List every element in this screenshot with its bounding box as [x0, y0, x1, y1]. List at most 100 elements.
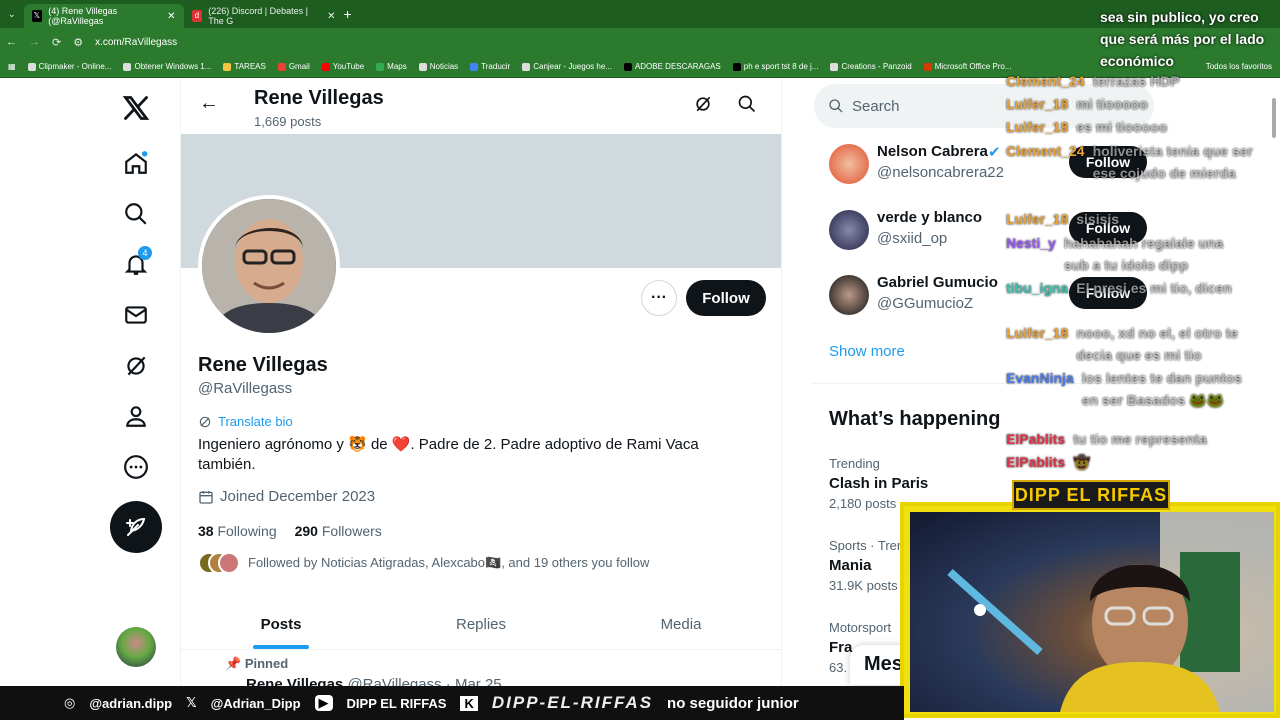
- profile-column: ← Rene Villegas 1,669 posts ··· Follow R…: [180, 78, 782, 693]
- search-icon: [829, 99, 843, 113]
- chat-message: Clement_24 holiverista tenia que ser ese …: [1006, 140, 1265, 184]
- profile-icon[interactable]: [110, 396, 162, 436]
- stream-chat-overlay: Clement_24 terrazas HDP Luifer_18 mi tioooo…: [1000, 0, 1280, 500]
- more-icon[interactable]: [110, 447, 162, 487]
- joined-date: Joined December 2023: [198, 488, 375, 505]
- x-favicon-icon: 𝕏: [31, 10, 43, 22]
- chat-text: es mi tiooooo: [1076, 119, 1168, 135]
- bookmark[interactable]: Maps: [376, 62, 407, 71]
- back-icon[interactable]: ←: [6, 36, 17, 48]
- profile-header-bar: ← Rene Villegas 1,669 posts: [181, 78, 781, 134]
- chat-username: Luifer_18: [1006, 211, 1069, 227]
- tab-media[interactable]: Media: [581, 600, 781, 649]
- chat-message: Luifer_18 sisisis: [1006, 208, 1119, 230]
- forward-icon[interactable]: →: [29, 36, 40, 48]
- browser-tab-x[interactable]: 𝕏 (4) Rene Villegas (@RaVillegas ✕: [23, 4, 184, 28]
- trend-item[interactable]: Sports · Tren Mania 31.9K posts: [829, 538, 904, 593]
- apps-icon[interactable]: ▦: [8, 62, 16, 71]
- show-more-link[interactable]: Show more: [829, 343, 905, 360]
- chat-text: terrazas HDP: [1092, 73, 1180, 89]
- chat-username: Clement_24: [1006, 143, 1085, 159]
- translate-icon: [199, 416, 211, 427]
- notifications-icon[interactable]: 4: [110, 244, 162, 284]
- translate-bio-link[interactable]: Translate bio: [198, 414, 293, 429]
- chat-username: Clement_24: [1006, 73, 1085, 89]
- chat-text: holiverista tenia que ser ese cojudo de …: [1092, 143, 1253, 181]
- whats-happening-title: What’s happening: [829, 408, 1001, 430]
- chat-message: ElPablits 🤠: [1006, 451, 1091, 473]
- chat-username: Nesti_y: [1006, 235, 1056, 251]
- post-count: 1,669 posts: [254, 114, 322, 129]
- followed-by[interactable]: Followed by Noticias Atigradas, Alexcabo…: [198, 552, 649, 574]
- profile-avatar[interactable]: [198, 195, 340, 337]
- site-info-icon[interactable]: ⚙: [73, 36, 83, 49]
- bookmark[interactable]: Clipmaker - Online...: [27, 62, 111, 71]
- chat-message: Nesti_y hahahahah regalale una sub a tu i…: [1006, 232, 1236, 276]
- reload-icon[interactable]: ⟳: [52, 36, 61, 49]
- chat-username: tibu_igna: [1006, 280, 1069, 296]
- user-avatar: [829, 144, 869, 184]
- grok-icon[interactable]: [110, 346, 162, 386]
- bookmark[interactable]: Creations - Panzoid: [830, 62, 912, 71]
- address-bar[interactable]: x.com/RaVillegass: [95, 37, 177, 48]
- profile-name: Rene Villegas: [198, 354, 328, 376]
- verified-icon: ✔: [988, 144, 1001, 161]
- bookmark[interactable]: Obtener Windows 1...: [123, 62, 211, 71]
- bookmark[interactable]: YouTube: [321, 62, 364, 71]
- x-logo-icon[interactable]: [110, 88, 162, 128]
- pinned-label: 📌 Pinned: [225, 656, 289, 671]
- chat-message: EvanNinja los lentes te dan puntos en ser…: [1006, 367, 1254, 411]
- chat-username: Luifer_18: [1006, 325, 1069, 341]
- browser-tab-discord[interactable]: d (226) Discord | Debates | The G ✕: [184, 4, 344, 28]
- compose-post-button[interactable]: [110, 501, 162, 553]
- messages-icon[interactable]: [110, 295, 162, 335]
- chat-message: Luifer_18 nooo, xd no el, el otro te deci…: [1006, 322, 1248, 366]
- close-tab-icon[interactable]: ✕: [167, 11, 175, 22]
- chat-message: tibu_igna El presi es mi tio, dicen: [1006, 277, 1232, 299]
- bookmark[interactable]: TAREAS: [223, 62, 266, 71]
- bookmark[interactable]: Canjear - Juegos he...: [522, 62, 612, 71]
- kick-icon: K: [460, 695, 478, 711]
- account-avatar[interactable]: [116, 627, 156, 667]
- followers-link[interactable]: 290 Followers: [295, 523, 382, 539]
- chat-text: mi tiooooo: [1076, 96, 1148, 112]
- chat-text: los lentes te dan puntos en ser Basados …: [1081, 370, 1242, 408]
- back-arrow-icon[interactable]: ←: [199, 92, 219, 115]
- profile-handle: @RaVillegass: [198, 380, 293, 397]
- grok-icon[interactable]: [693, 94, 713, 119]
- user-avatar: [829, 210, 869, 250]
- chat-message: Luifer_18 es mi tiooooo: [1006, 116, 1167, 138]
- more-options-button[interactable]: ···: [641, 280, 677, 316]
- tab-replies[interactable]: Replies: [381, 600, 581, 649]
- chat-message: Clement_24 terrazas HDP: [1006, 70, 1180, 92]
- chat-text: sisisis: [1076, 211, 1120, 227]
- chat-username: Luifer_18: [1006, 96, 1069, 112]
- following-link[interactable]: 38 Following: [198, 523, 277, 539]
- follow-stats: 38 Following 290 Followers: [198, 523, 382, 539]
- tab-posts[interactable]: Posts: [181, 600, 381, 649]
- bookmark[interactable]: ph e sport tst 8 de j...: [732, 62, 818, 71]
- chat-username: ElPablits: [1006, 431, 1066, 447]
- search-icon[interactable]: [110, 194, 162, 234]
- home-icon[interactable]: [110, 143, 162, 183]
- stream-ticker: ◎ @adrian.dipp 𝕏 @Adrian_Dipp ▶ DIPP EL …: [0, 686, 904, 720]
- chat-username: Luifer_18: [1006, 119, 1069, 135]
- new-tab-icon[interactable]: +: [344, 6, 352, 22]
- close-tab-icon[interactable]: ✕: [327, 11, 335, 22]
- streamer-webcam: [900, 502, 1280, 718]
- chat-text: hahahahah regalale una sub a tu idolo di…: [1063, 235, 1224, 273]
- bookmark[interactable]: Microsoft Office Pro...: [923, 62, 1012, 71]
- chat-message: ElPablits tu tio me representa: [1006, 428, 1207, 450]
- profile-tabs: Posts Replies Media: [181, 600, 781, 650]
- chat-text: 🤠: [1073, 454, 1091, 470]
- follow-button[interactable]: Follow: [686, 280, 766, 316]
- tab-search-icon[interactable]: ⌄: [0, 9, 24, 20]
- bookmark[interactable]: Gmail: [277, 62, 310, 71]
- bookmark[interactable]: ADOBE DESCARAGAS: [623, 62, 721, 71]
- follower-avatar: [218, 552, 240, 574]
- bookmark[interactable]: Noticias: [418, 62, 458, 71]
- search-icon[interactable]: [737, 94, 757, 119]
- feather-icon: [126, 517, 146, 536]
- chat-username: EvanNinja: [1006, 370, 1074, 386]
- bookmark[interactable]: Traducir: [470, 62, 510, 71]
